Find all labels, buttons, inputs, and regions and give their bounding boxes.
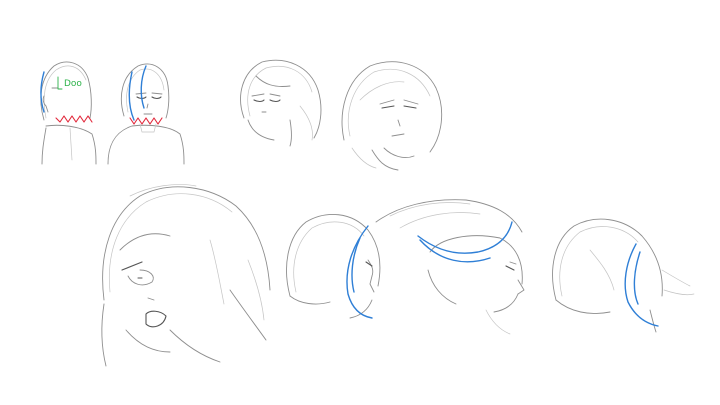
sketch-sheet: Doo — [40, 59, 695, 367]
hair-tips-red — [129, 117, 163, 125]
sketch-angry-face-large — [101, 184, 271, 367]
hair-tips-red — [55, 115, 93, 123]
color-note-text: Doo — [64, 79, 82, 89]
sketch-profile-color-notes: Doo — [40, 61, 97, 165]
sketch-head-three-quarter — [240, 59, 322, 147]
sketch-head-back-blue-streak — [552, 218, 695, 333]
color-note-box — [57, 76, 63, 90]
sketch-profile-blue-streak — [286, 214, 381, 319]
sketch-head-looking-down — [341, 61, 443, 171]
sketch-windblown-profile — [375, 199, 525, 335]
sketch-front-color-notes — [107, 63, 185, 165]
hair-streak-blue — [624, 243, 659, 327]
